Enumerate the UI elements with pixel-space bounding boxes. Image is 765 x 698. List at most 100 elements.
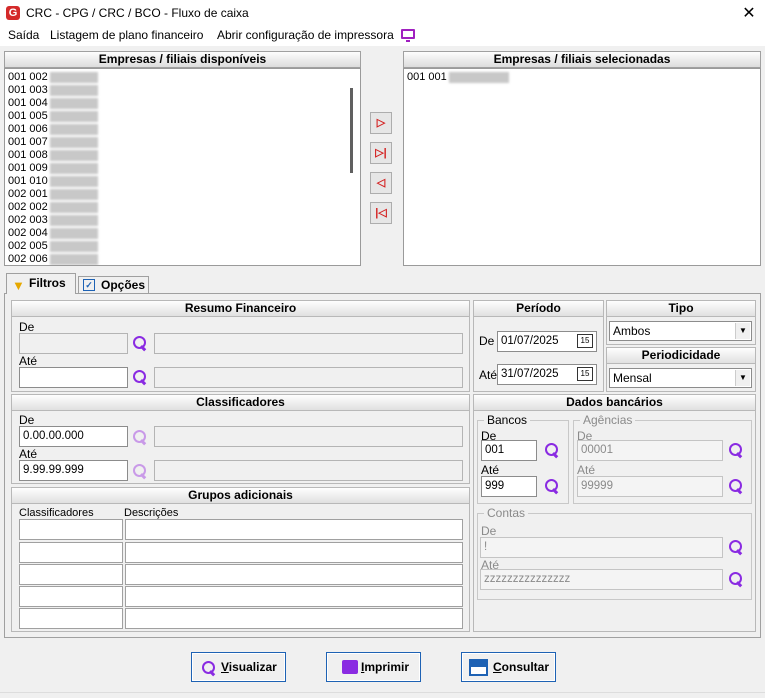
calendar-icon[interactable]: 15 [577, 334, 593, 348]
list-item[interactable]: 001 002 [5, 71, 360, 84]
window-title: CRC - CPG / CRC / BCO - Fluxo de caixa [26, 6, 249, 20]
resumo-de-desc [154, 333, 463, 354]
menu-saida[interactable]: Saída [8, 28, 39, 42]
selected-list[interactable]: 001 001 [403, 68, 761, 266]
list-item[interactable]: 002 005 [5, 240, 360, 253]
list-item[interactable]: 001 004 [5, 97, 360, 110]
grupos-class-cell[interactable] [19, 542, 123, 563]
bancos-de-input[interactable]: 001 [481, 440, 537, 461]
consultar-button[interactable]: Consultar [461, 652, 556, 682]
list-item[interactable]: 002 004 [5, 227, 360, 240]
agencias-ate-label: Até [577, 463, 596, 477]
list-item[interactable]: 001 006 [5, 123, 360, 136]
contas-ate-input[interactable]: zzzzzzzzzzzzzzz [480, 569, 723, 590]
chevron-down-icon[interactable]: ▼ [735, 323, 750, 339]
search-icon[interactable] [544, 478, 560, 494]
imprimir-button[interactable]: Imprimir [326, 652, 421, 682]
add-one-button[interactable]: ▷ [370, 112, 392, 134]
periodo-ate-label: Até [479, 368, 498, 382]
resumo-de-input[interactable] [19, 333, 128, 354]
grupos-desc-cell[interactable] [125, 586, 463, 607]
grupos-desc-cell[interactable] [125, 542, 463, 563]
search-icon[interactable] [132, 369, 148, 385]
list-item[interactable]: 001 007 [5, 136, 360, 149]
grupos-desc-cell[interactable] [125, 519, 463, 540]
list-item[interactable]: 002 002 [5, 201, 360, 214]
search-icon[interactable] [728, 539, 744, 555]
dados-bancarios-header: Dados bancários [474, 395, 755, 411]
tab-filtros-label: Filtros [29, 276, 66, 290]
agencias-de-input[interactable]: 00001 [577, 440, 723, 461]
periodo-de-value: 01/07/2025 [501, 335, 559, 347]
search-icon[interactable] [544, 442, 560, 458]
classificadores-header: Classificadores [12, 395, 469, 411]
menu-abrir-config-impressora[interactable]: Abrir configuração de impressora [217, 28, 394, 42]
classificadores-de-input[interactable]: 0.00.00.000 [19, 426, 128, 447]
remove-one-button[interactable]: ◁ [370, 172, 392, 194]
tipo-select-value: Ambos [613, 324, 651, 338]
grupos-col-classificadores: Classificadores [19, 507, 94, 519]
grupos-class-cell[interactable] [19, 608, 123, 629]
classificadores-de-label: De [19, 413, 35, 427]
menu-listagem-plano[interactable]: Listagem de plano financeiro [50, 28, 203, 42]
list-item[interactable]: 001 001 [404, 71, 760, 84]
list-item[interactable]: 001 005 [5, 110, 360, 123]
bancos-ate-label: Até [481, 463, 500, 477]
available-list[interactable]: 001 002 001 003 001 004 001 005 001 006 … [4, 68, 361, 266]
chevron-down-icon[interactable]: ▼ [735, 370, 750, 386]
bancos-ate-input[interactable]: 999 [481, 476, 537, 497]
list-item[interactable]: 001 009 [5, 162, 360, 175]
list-item[interactable]: 001 003 [5, 84, 360, 97]
monitor-icon[interactable] [401, 29, 415, 42]
agencias-legend: Agências [580, 413, 636, 427]
tab-filtros[interactable]: ▼ Filtros [6, 273, 76, 294]
search-icon [201, 660, 217, 676]
contas-de-input[interactable]: ! [480, 537, 723, 558]
visualizar-button[interactable]: Visualizar [191, 652, 286, 682]
imprimir-label: mprimir [364, 660, 410, 674]
list-item[interactable]: 002 006 [5, 253, 360, 265]
add-all-button[interactable]: ▷| [370, 142, 392, 164]
list-item[interactable]: 001 008 [5, 149, 360, 162]
classificadores-ate-input[interactable]: 9.99.99.999 [19, 460, 128, 481]
grupos-class-cell[interactable] [19, 564, 123, 585]
visualizar-mnemonic: V [221, 660, 229, 674]
classificadores-ate-desc [154, 460, 463, 481]
visualizar-label: isualizar [228, 660, 277, 674]
consultar-label: onsultar [501, 660, 550, 674]
remove-all-button[interactable]: |◁ [370, 202, 392, 224]
agencias-ate-input[interactable]: 99999 [577, 476, 723, 497]
selected-header: Empresas / filiais selecionadas [403, 51, 761, 68]
grupos-desc-cell[interactable] [125, 608, 463, 629]
grupos-class-cell[interactable] [19, 519, 123, 540]
available-header: Empresas / filiais disponíveis [4, 51, 361, 68]
filter-icon: ▼ [12, 278, 25, 293]
search-icon[interactable] [132, 335, 148, 351]
tab-opcoes[interactable]: ✓ Opções [78, 276, 149, 294]
search-icon[interactable] [728, 442, 744, 458]
classificadores-de-desc [154, 426, 463, 447]
classificadores-ate-label: Até [19, 447, 38, 461]
search-icon[interactable] [132, 429, 148, 445]
resumo-header: Resumo Financeiro [12, 301, 469, 317]
search-icon[interactable] [728, 478, 744, 494]
grupos-desc-cell[interactable] [125, 564, 463, 585]
tipo-select[interactable]: Ambos ▼ [609, 321, 752, 341]
tab-opcoes-label: Opções [101, 278, 146, 292]
consultar-mnemonic: C [493, 660, 502, 674]
periodicidade-select[interactable]: Mensal ▼ [609, 368, 752, 388]
checkbox-icon: ✓ [83, 279, 95, 291]
list-item[interactable]: 002 003 [5, 214, 360, 227]
close-icon[interactable]: ✕ [741, 3, 757, 23]
periodo-de-label: De [479, 334, 495, 348]
list-item[interactable]: 002 001 [5, 188, 360, 201]
available-scrollbar[interactable] [350, 88, 353, 173]
grupos-class-cell[interactable] [19, 586, 123, 607]
printer-icon [342, 660, 358, 674]
search-icon[interactable] [728, 571, 744, 587]
search-icon[interactable] [132, 463, 148, 479]
list-item[interactable]: 001 010 [5, 175, 360, 188]
calendar-icon[interactable]: 15 [577, 367, 593, 381]
table-search-icon [469, 659, 488, 676]
resumo-ate-input[interactable] [19, 367, 128, 388]
